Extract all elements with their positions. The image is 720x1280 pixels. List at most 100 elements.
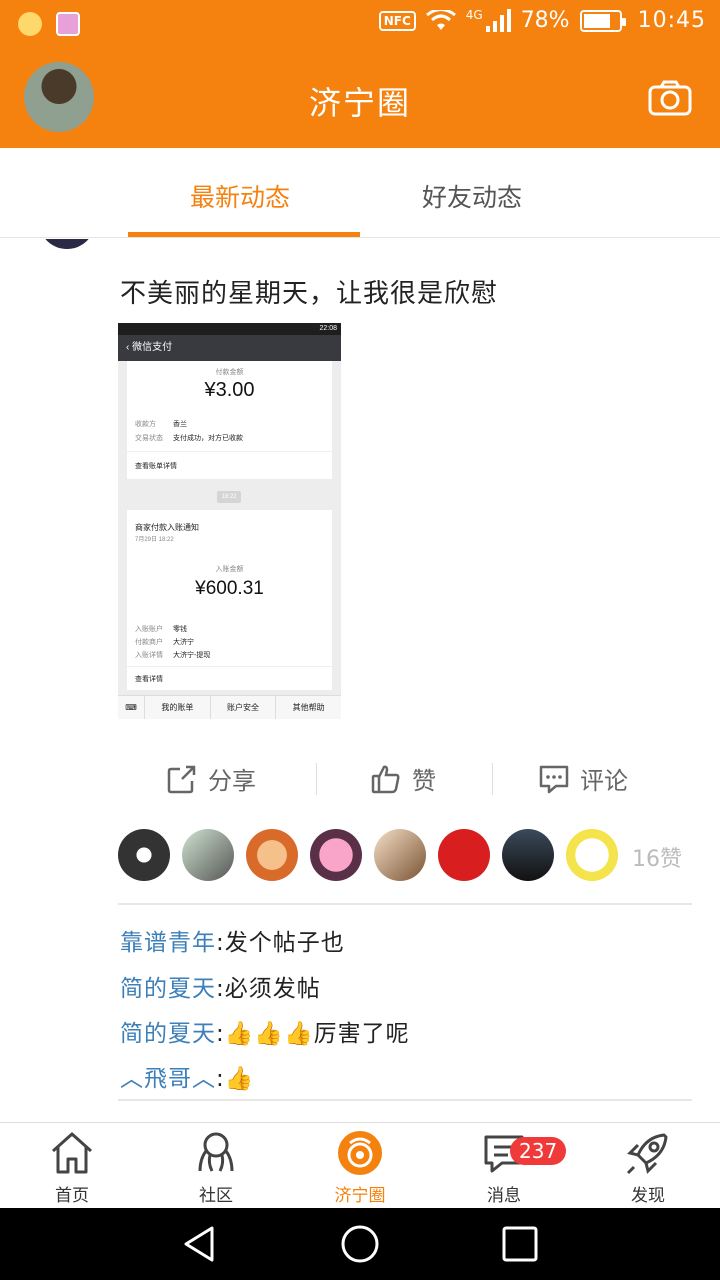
share-label: 分享 [208,767,256,795]
notice-date: 7月29日 18:22 [135,537,174,543]
comment-item[interactable]: 简的夏天:👍👍👍厉害了呢 [120,1014,410,1048]
comment-item[interactable]: ︿飛哥︿:👍 [120,1059,254,1093]
comment-text: :👍👍👍厉害了呢 [216,1021,410,1047]
comment-user[interactable]: 简的夏天 [120,1021,216,1047]
camera-icon[interactable] [648,80,692,116]
nav-circle[interactable]: 济宁圈 [310,1129,410,1206]
nav-community-label: 社区 [199,1186,233,1206]
time-tag: 18:22 [217,491,241,503]
comment-user[interactable]: ︿飛哥︿ [120,1066,216,1092]
payment-amount: ¥3.00 [204,379,255,401]
home-circle-icon[interactable] [340,1224,380,1264]
liker-avatar[interactable] [438,829,490,881]
payee: 香兰 [173,421,187,428]
footer-item: 我的账单 [144,696,210,719]
bottom-nav: 首页 社区 济宁圈 消息 237 发现 [0,1122,720,1208]
post-text: 不美丽的星期天，让我很是欣慰 [120,279,499,309]
comment-item[interactable]: 靠谱青年:发个帖子也 [120,923,345,957]
image-header-title: ‹ 微信支付 [118,335,341,361]
notice-link: 查看详情 [135,676,163,683]
comment-text: :👍 [216,1066,255,1092]
rocket-icon [626,1133,668,1175]
share-icon [167,765,196,793]
footer-item: 账户安全 [209,696,276,719]
feed[interactable]: 不美丽的星期天，让我很是欣慰 22:08 ‹ 微信支付 付款金额 ¥3.00 收… [0,239,720,1123]
divider [118,1099,692,1101]
nav-home-label: 首页 [55,1186,89,1206]
nav-home[interactable]: 首页 [22,1129,122,1206]
notification-gallery-icon [56,12,80,36]
liker-avatar[interactable] [374,829,426,881]
message-badge: 237 [510,1137,567,1165]
comment-button[interactable]: 评论 [538,761,628,796]
payee-label: 收款方 [135,421,156,428]
keyboard-icon: ⌨ [125,703,137,712]
liker-avatars: 16赞 [118,829,698,881]
comment-icon [539,765,569,793]
share-button[interactable]: 分享 [166,761,256,796]
payment-card: 付款金额 ¥3.00 收款方 香兰 交易状态 支付成功，对方已收款 查看账单详情 [127,361,332,479]
community-icon [198,1132,234,1172]
notification-app-icon [18,12,42,36]
liker-avatar[interactable] [246,829,298,881]
image-header-label: 微信支付 [132,342,173,353]
thumbs-up-icon [371,765,400,793]
feed-tabs: 最新动态 好友动态 [0,148,720,238]
active-tab-indicator [128,232,360,237]
account-label: 入账账户 [135,626,163,633]
liker-avatar[interactable] [502,829,554,881]
app-header: 济宁圈 [0,50,720,148]
liker-avatar[interactable] [118,829,170,881]
bill-link: 查看账单详情 [135,463,177,470]
comment-user[interactable]: 靠谱青年 [120,930,216,956]
notice-amount: ¥600.31 [195,578,264,599]
image-status-time: 22:08 [118,323,341,335]
comment-user[interactable]: 简的夏天 [120,976,216,1002]
tab-friends[interactable]: 好友动态 [422,178,522,214]
circle-icon [338,1131,382,1175]
battery-icon [579,9,626,32]
comment-label: 评论 [580,767,628,795]
like-count[interactable]: 16赞 [632,841,682,873]
nav-discover[interactable]: 发现 [598,1129,698,1206]
divider [127,666,332,667]
page-title: 济宁圈 [308,84,411,122]
post-image[interactable]: 22:08 ‹ 微信支付 付款金额 ¥3.00 收款方 香兰 交易状态 支付成功… [118,323,341,719]
clock: 10:45 [637,8,706,33]
divider [127,451,332,452]
image-footer: ⌨ 我的账单 账户安全 其他帮助 [118,695,341,719]
back-icon[interactable] [180,1224,220,1264]
notice-title: 商家付款入账通知 [135,523,199,532]
amount-label: 付款金额 [215,369,244,376]
status-bar: NFC 4G 78% 10:45 [0,0,720,50]
nav-community[interactable]: 社区 [166,1129,266,1206]
signal-icon [485,8,511,32]
recents-icon[interactable] [500,1224,540,1264]
liker-avatar[interactable] [182,829,234,881]
detail: 大济宁-提现 [173,652,211,659]
account: 零钱 [173,626,187,633]
home-icon [51,1132,93,1174]
notice-amount-label: 入账金额 [215,566,244,573]
status-label: 交易状态 [135,435,163,442]
nav-messages-label: 消息 [487,1186,521,1206]
like-label: 赞 [412,767,436,795]
system-nav-bar [0,1208,720,1280]
liker-avatar[interactable] [566,829,618,881]
liker-avatar[interactable] [310,829,362,881]
network-type: 4G [465,8,483,22]
nav-messages[interactable]: 消息 237 [454,1129,567,1206]
action-divider [316,763,317,795]
nav-discover-label: 发现 [631,1186,665,1206]
comment-text: :必须发帖 [216,976,321,1002]
author-avatar[interactable] [40,239,94,249]
divider [118,903,692,905]
like-button[interactable]: 赞 [370,761,436,796]
action-divider [492,763,493,795]
payment-status: 支付成功，对方已收款 [173,435,243,442]
comment-item[interactable]: 简的夏天:必须发帖 [120,969,321,1003]
tab-latest[interactable]: 最新动态 [190,178,290,214]
post-actions: 分享 赞 评论 [120,759,692,803]
notice-card: 商家付款入账通知 7月29日 18:22 入账金额 ¥600.31 入账账户 零… [127,510,332,690]
detail-label: 入账详情 [135,652,163,659]
